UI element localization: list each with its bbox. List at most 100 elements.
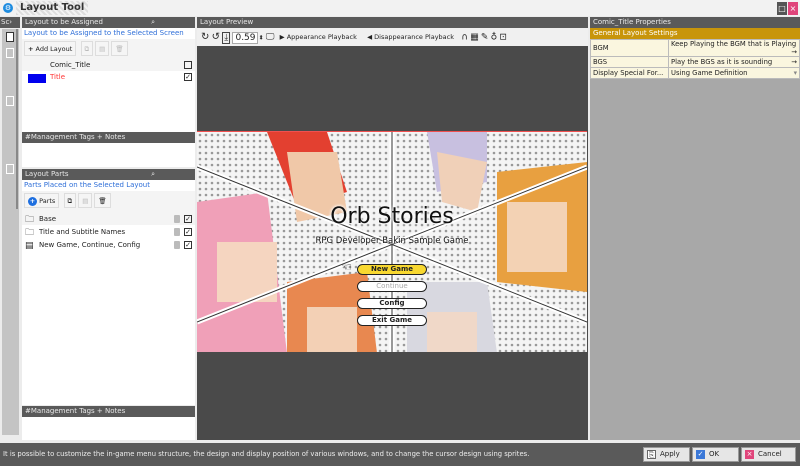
menu-continue[interactable]: Continue — [357, 281, 427, 292]
plus-icon: + — [28, 45, 33, 53]
checkbox[interactable]: ✓ — [184, 73, 192, 81]
preview-header: Layout Preview — [197, 17, 588, 28]
copy-button[interactable]: ⧉ — [81, 41, 94, 56]
folder-icon: 🗀 — [25, 214, 34, 226]
panel-subtitle: Layout to be Assigned to the Selected Sc… — [22, 28, 195, 39]
gear-icon: ⚙ — [3, 3, 13, 13]
menu-exit-game[interactable]: Exit Game — [357, 315, 427, 326]
value-text: Using Game Definition — [671, 69, 748, 77]
delete-button[interactable]: 🗑 — [94, 193, 110, 208]
preview-canvas[interactable]: Orb Stories RPG Developer Bakin Sample G… — [197, 46, 588, 440]
close-button[interactable]: × — [788, 2, 798, 15]
search-icon[interactable]: ⌕ — [151, 169, 155, 180]
checkbox[interactable] — [184, 61, 192, 69]
arrow-icon[interactable]: → — [791, 48, 797, 56]
fit-icon[interactable]: ⤓ — [222, 32, 230, 44]
screen-icon[interactable] — [6, 48, 14, 58]
bulb-icon[interactable]: ♁ — [491, 33, 498, 43]
dropdown-icon[interactable]: ▾ — [794, 69, 797, 77]
pointing-hand-cursor-icon: ☜ — [341, 260, 352, 274]
zoom-input[interactable]: 0.59 — [232, 32, 258, 44]
layout-thumbnail — [28, 74, 46, 83]
panel-subtitle: Parts Placed on the Selected Layout — [22, 180, 195, 191]
menu-new-game[interactable]: New Game — [357, 264, 427, 275]
disappearance-playback-button[interactable]: ◀ Disappearance Playback — [364, 30, 457, 45]
apply-icon: ⎘ — [647, 450, 656, 459]
tags-notes-area[interactable] — [22, 143, 195, 165]
lock-icon[interactable] — [174, 228, 180, 236]
property-row-bgs[interactable]: BGSPlay the BGS as it is sounding→ — [591, 57, 800, 68]
delete-button[interactable]: 🗑 — [111, 41, 127, 56]
item-label: Title and Subtitle Names — [39, 228, 125, 236]
header-label: Layout Parts — [25, 170, 69, 178]
property-value[interactable]: Using Game Definition ▾ — [669, 68, 800, 79]
game-subtitle: RPG Developer Bakin Sample Game — [197, 236, 587, 246]
search-icon[interactable]: ⌕ — [151, 17, 155, 28]
list-item[interactable]: Comic_Title — [22, 59, 195, 71]
list-item[interactable]: 🗀Title and Subtitle Names✓ — [22, 226, 195, 238]
ok-label: OK — [709, 450, 719, 458]
value-text: Keep Playing the BGM that is Playing — [671, 40, 796, 48]
checkbox[interactable]: ✓ — [184, 228, 192, 236]
game-title-screen: Orb Stories RPG Developer Bakin Sample G… — [197, 131, 587, 352]
property-value[interactable]: Play the BGS as it is sounding→ — [669, 57, 800, 68]
maximize-button[interactable]: □ — [777, 2, 787, 15]
window-title: Layout Tool — [16, 1, 88, 15]
property-row-bgm[interactable]: BGMKeep Playing the BGM that is Playing→ — [591, 40, 800, 57]
panel-header: Layout Parts ⌕ — [22, 169, 195, 180]
list-item[interactable]: ▤New Game, Continue, Config✓ — [22, 239, 195, 251]
cancel-button[interactable]: ×Cancel — [741, 447, 796, 462]
checkbox[interactable]: ✓ — [184, 215, 192, 223]
add-layout-label: Add Layout — [36, 45, 73, 53]
title-bar — [0, 0, 800, 16]
paste-button[interactable]: ▤ — [78, 193, 92, 208]
checkbox[interactable]: ✓ — [184, 241, 192, 249]
appearance-playback-button[interactable]: ▶ Appearance Playback — [277, 30, 360, 45]
screen-icon[interactable] — [6, 96, 14, 106]
property-value[interactable]: Keep Playing the BGM that is Playing→ — [669, 40, 800, 57]
paste-button[interactable]: ▤ — [95, 41, 109, 56]
screen-strip-header[interactable]: Sc› — [0, 17, 20, 28]
add-layout-button[interactable]: + Add Layout — [24, 41, 76, 56]
tags-notes-area[interactable] — [22, 417, 195, 440]
list-item[interactable]: 🗀 Base ✓ — [22, 213, 195, 225]
section-header: General Layout Settings — [590, 28, 800, 39]
game-title: Orb Stories — [197, 204, 587, 229]
menu-config[interactable]: Config — [357, 298, 427, 309]
scrollbar[interactable] — [16, 29, 18, 209]
management-tags-header: #Management Tags + Notes — [22, 406, 195, 417]
properties-header: Comic_Title Properties — [590, 17, 800, 28]
property-row-display-special-font[interactable]: Display Special For...Using Game Definit… — [591, 68, 800, 79]
reverse-play-icon: ◀ — [367, 33, 372, 41]
ok-button[interactable]: ✓ OK — [692, 447, 739, 462]
lock-icon[interactable] — [174, 215, 180, 223]
property-key: BGM — [591, 40, 669, 57]
arrow-icon[interactable]: → — [791, 58, 797, 66]
item-label: Base — [39, 215, 56, 223]
screen-list[interactable] — [2, 29, 19, 435]
check-icon: ✓ — [696, 450, 705, 459]
panel-header: Layout to be Assigned⌕ — [22, 17, 195, 28]
play-icon: ▶ — [280, 33, 285, 41]
appearance-label: Appearance Playback — [287, 33, 357, 41]
apply-label: Apply — [660, 450, 680, 458]
lock-icon[interactable] — [174, 241, 180, 249]
magnet-icon[interactable]: ∩ — [461, 33, 468, 43]
screen-icon[interactable] — [6, 32, 14, 42]
property-key: BGS — [591, 57, 669, 68]
zoom-stepper[interactable]: ⬍ — [258, 35, 263, 42]
add-parts-button[interactable]: + Parts — [24, 193, 59, 208]
list-item[interactable]: Title✓ — [22, 71, 195, 85]
copy-button[interactable]: ⧉ — [64, 193, 77, 208]
x-icon: × — [745, 450, 754, 459]
frame-icon[interactable]: ⊡ — [499, 33, 507, 43]
screen-icon[interactable] — [6, 164, 14, 174]
status-text: It is possible to customize the in-game … — [3, 450, 529, 458]
item-label: Comic_Title — [50, 61, 90, 69]
grid-icon[interactable]: ▦ — [470, 33, 479, 43]
rotate-icon[interactable]: ↻ — [201, 32, 209, 43]
eyedropper-icon[interactable]: ✎ — [481, 33, 489, 43]
apply-button[interactable]: ⎘ Apply — [643, 447, 690, 462]
monitor-icon[interactable]: 🖵 — [266, 33, 275, 43]
undo-icon[interactable]: ↺ — [212, 32, 220, 43]
